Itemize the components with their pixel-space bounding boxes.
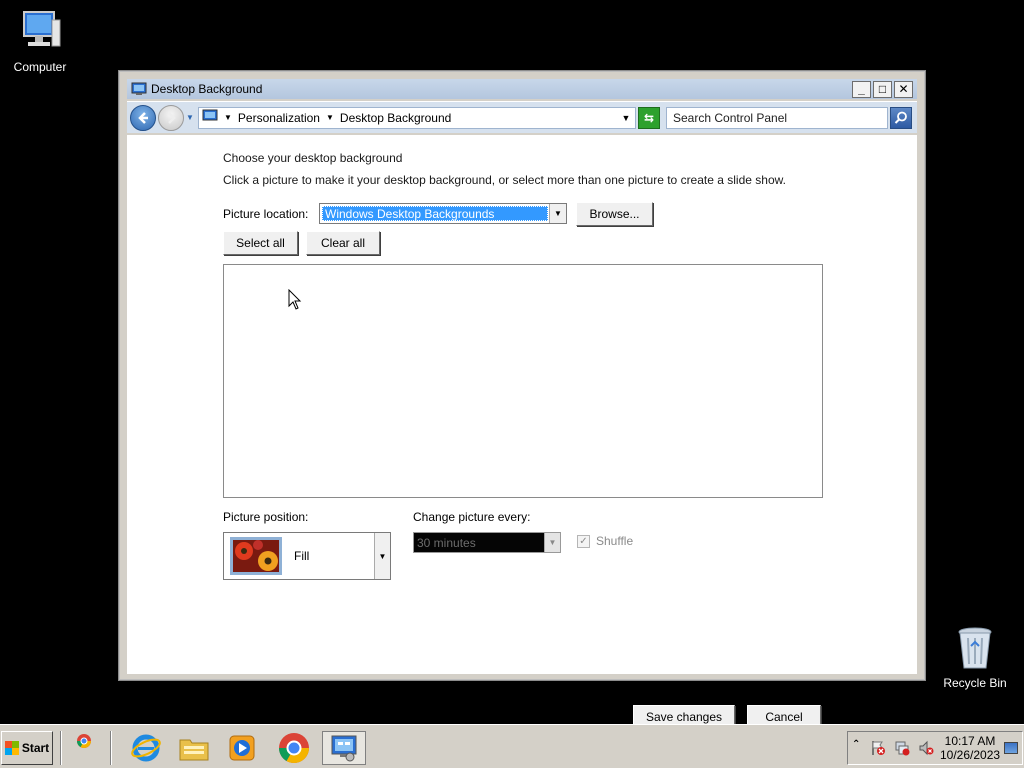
navigation-bar: ▼ ▼ Personalization ▼ Desktop Background… [127, 101, 917, 133]
search-button[interactable] [890, 106, 912, 129]
address-bar[interactable]: ▼ Personalization ▼ Desktop Background ▼ [198, 106, 636, 129]
control-panel-icon [131, 81, 147, 97]
taskbar: Start ⌃ 10:17 AM 10/26/2023 [0, 724, 1024, 768]
select-all-button[interactable]: Select all [223, 231, 298, 255]
taskbar-file-explorer[interactable] [176, 731, 212, 765]
taskbar-internet-explorer[interactable] [128, 731, 164, 765]
forward-arrow-icon [168, 111, 176, 124]
picture-position-select[interactable]: Fill ▼ [223, 532, 391, 580]
taskbar-separator [60, 731, 62, 765]
taskbar-media-player[interactable] [224, 731, 260, 765]
content-pane: Choose your desktop background Click a p… [127, 135, 917, 729]
start-label: Start [21, 741, 50, 755]
action-center-flag-icon[interactable] [870, 740, 886, 756]
system-tray: ⌃ 10:17 AM 10/26/2023 [847, 731, 1023, 765]
chrome-icon [279, 733, 309, 764]
show-desktop-button[interactable] [1004, 742, 1018, 754]
minimize-button[interactable]: _ [852, 80, 871, 98]
breadcrumb-desktop-background[interactable]: Desktop Background [340, 111, 451, 125]
computer-icon [16, 8, 64, 56]
search-placeholder: Search Control Panel [673, 110, 788, 125]
shuffle-checkbox: ✓ Shuffle [577, 534, 633, 548]
fill-preview-image [230, 537, 282, 575]
control-panel-icon [202, 108, 218, 127]
volume-muted-icon[interactable] [918, 740, 934, 756]
breadcrumb-chevron-icon[interactable]: ▼ [326, 113, 334, 122]
change-picture-value: 30 minutes [417, 536, 476, 550]
taskbar-separator [110, 731, 112, 765]
taskbar-quicklaunch-chrome[interactable] [66, 731, 102, 765]
show-hidden-icons-icon[interactable]: ⌃ [852, 739, 860, 750]
browse-button[interactable]: Browse... [576, 202, 653, 226]
network-icon[interactable] [894, 740, 910, 756]
maximize-icon: □ [878, 82, 887, 96]
start-button[interactable]: Start [1, 731, 53, 765]
recent-pages-dropdown[interactable]: ▼ [184, 105, 196, 131]
clear-all-button[interactable]: Clear all [306, 231, 380, 255]
clock-date: 10/26/2023 [940, 748, 1001, 762]
clock-time: 10:17 AM [944, 734, 996, 748]
picture-location-value: Windows Desktop Backgrounds [322, 206, 548, 221]
minimize-icon: _ [858, 82, 865, 96]
picture-list[interactable] [223, 264, 823, 498]
windows-logo-icon [4, 741, 19, 755]
forward-button[interactable] [158, 104, 184, 131]
breadcrumb-personalization[interactable]: Personalization [238, 111, 320, 125]
picture-location-select[interactable]: Windows Desktop Backgrounds ▼ [319, 203, 567, 224]
mouse-cursor-icon [288, 288, 302, 314]
title-bar[interactable]: Desktop Background _ □ ✕ [127, 79, 917, 99]
breadcrumb-chevron-icon[interactable]: ▼ [224, 113, 232, 122]
taskbar-chrome[interactable] [276, 731, 312, 765]
clock[interactable]: 10:17 AM 10/26/2023 [940, 734, 1000, 762]
page-description: Click a picture to make it your desktop … [223, 173, 786, 187]
desktop: Computer Recycle Bin Desktop Background [0, 0, 1024, 729]
checkmark-icon: ✓ [577, 534, 590, 548]
chevron-down-icon[interactable]: ▼ [374, 533, 390, 579]
chevron-down-icon: ▼ [544, 533, 560, 552]
computer-label: Computer [13, 60, 67, 74]
picture-location-label: Picture location: [223, 207, 309, 221]
folder-icon [179, 739, 209, 761]
media-player-icon [229, 735, 255, 761]
back-arrow-icon [138, 111, 148, 124]
internet-explorer-icon [131, 734, 161, 762]
search-input[interactable]: Search Control Panel [666, 106, 888, 129]
search-icon [894, 111, 907, 124]
back-button[interactable] [130, 104, 156, 131]
desktop-icon-computer[interactable]: Computer [0, 8, 80, 74]
chevron-down-icon: ▼ [186, 113, 194, 122]
desktop-background-window: Desktop Background _ □ ✕ ▼ ▼ Personaliza… [118, 70, 926, 729]
chrome-icon [77, 734, 91, 748]
chevron-down-icon[interactable]: ▼ [549, 204, 566, 223]
recycle-bin-label: Recycle Bin [943, 676, 1007, 690]
shuffle-label: Shuffle [596, 534, 634, 548]
taskbar-control-panel-active[interactable] [322, 731, 366, 765]
close-button[interactable]: ✕ [894, 80, 913, 98]
change-picture-label: Change picture every: [413, 510, 531, 524]
refresh-icon: ⇆ [643, 110, 655, 125]
desktop-icon-recycle-bin[interactable]: Recycle Bin [935, 624, 1015, 690]
window-title: Desktop Background [151, 82, 263, 96]
refresh-button[interactable]: ⇆ [638, 106, 660, 129]
control-panel-icon [331, 735, 357, 762]
picture-position-value: Fill [294, 549, 310, 563]
address-history-dropdown[interactable]: ▼ [617, 113, 635, 123]
page-heading: Choose your desktop background [223, 151, 403, 165]
maximize-button[interactable]: □ [873, 80, 892, 98]
close-icon: ✕ [898, 82, 909, 96]
picture-position-label: Picture position: [223, 510, 309, 524]
recycle-bin-icon [951, 624, 999, 672]
change-picture-select: 30 minutes ▼ [413, 532, 561, 553]
